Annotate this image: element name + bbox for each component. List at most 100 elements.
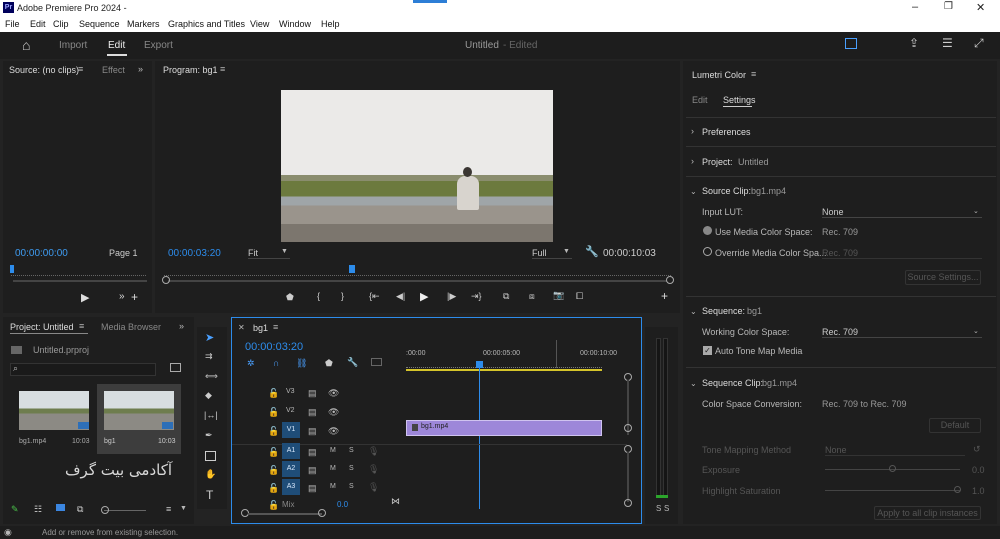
highlight-slider-handle[interactable] xyxy=(954,486,961,493)
microphone-icon[interactable]: 🎙 xyxy=(368,464,379,475)
sync-lock-icon[interactable]: ▤ xyxy=(308,388,317,399)
button-editor-icon[interactable]: » xyxy=(119,291,125,302)
go-to-edit-icon[interactable]: ⋈ xyxy=(391,496,400,507)
scroll-handle-left[interactable] xyxy=(162,276,170,284)
audio-scroll-bottom[interactable] xyxy=(624,499,632,507)
tone-method-select[interactable]: None xyxy=(825,445,965,456)
source-playhead[interactable] xyxy=(10,265,14,273)
ripple-edit-tool-icon[interactable]: ⟺ xyxy=(205,371,218,382)
add-marker-icon[interactable]: ⬟ xyxy=(325,358,333,369)
video-clip[interactable]: bg1.mp4 xyxy=(406,420,602,436)
nest-icon[interactable]: ✲ xyxy=(247,358,255,369)
close-icon[interactable]: ✕ xyxy=(976,1,985,14)
tab-export[interactable]: Export xyxy=(144,40,173,51)
freeform-view-icon[interactable]: ⧉ xyxy=(77,504,83,515)
play-icon[interactable]: ▶ xyxy=(81,291,89,304)
exposure-value[interactable]: 0.0 xyxy=(972,465,985,475)
sync-lock-icon[interactable]: ▤ xyxy=(308,447,317,458)
eye-icon[interactable]: 👁 xyxy=(328,426,339,437)
captions-icon[interactable] xyxy=(371,358,382,366)
media-browser-tab[interactable]: Media Browser xyxy=(101,322,161,332)
sort-icon[interactable]: ≡ xyxy=(166,504,171,514)
menu-graphics[interactable]: Graphics and Titles xyxy=(168,19,245,29)
chevron-right-icon[interactable]: › xyxy=(691,156,694,166)
eye-icon[interactable]: 👁 xyxy=(328,407,339,418)
extract-icon[interactable]: ⧈ xyxy=(529,291,535,302)
sync-lock-icon[interactable]: ▤ xyxy=(308,483,317,494)
search-input[interactable] xyxy=(10,363,156,376)
minimize-icon[interactable]: – xyxy=(912,1,918,13)
sequence-section-label[interactable]: Sequence: xyxy=(702,306,745,316)
share-icon[interactable]: ⇪ xyxy=(909,36,919,50)
reset-icon[interactable]: ↺ xyxy=(973,444,981,455)
audio-scrollbar[interactable] xyxy=(627,452,629,502)
expand-panels-icon[interactable]: » xyxy=(179,321,184,331)
program-playhead[interactable] xyxy=(349,265,355,273)
expand-panels-icon[interactable]: » xyxy=(138,64,143,74)
razor-tool-icon[interactable]: ◆ xyxy=(205,390,212,401)
project-tab[interactable]: Project: Untitled xyxy=(10,322,74,332)
lock-icon[interactable]: 🔓 xyxy=(268,447,279,458)
chevron-down-icon[interactable]: ⌄ xyxy=(690,187,697,196)
list-view-icon[interactable]: ☷ xyxy=(34,504,42,515)
timeline-ruler[interactable] xyxy=(406,363,602,368)
solo-right-button[interactable]: S xyxy=(664,504,669,513)
auto-tone-checkbox[interactable]: ✓ xyxy=(703,346,712,355)
mute-button[interactable]: M xyxy=(330,447,336,454)
horizontal-scrollbar[interactable] xyxy=(248,513,322,515)
sequence-clip-section-label[interactable]: Sequence Clip: xyxy=(702,378,763,388)
tab-edit[interactable]: Edit xyxy=(108,40,125,51)
chevron-down-icon[interactable]: ▼ xyxy=(180,505,187,512)
sequence-tab[interactable]: bg1 xyxy=(253,323,268,333)
horizontal-scroll-right[interactable] xyxy=(318,509,326,517)
chevron-down-icon[interactable]: ⌄ xyxy=(690,379,697,388)
menu-icon[interactable]: ≡ xyxy=(79,321,84,331)
zoom-slider[interactable] xyxy=(104,510,146,511)
rectangle-tool-icon[interactable] xyxy=(205,451,216,461)
menu-icon[interactable]: ≡ xyxy=(78,64,83,74)
project-section-label[interactable]: Project: xyxy=(702,157,733,167)
add-marker-icon[interactable]: ⬟ xyxy=(286,292,294,303)
solo-button[interactable]: S xyxy=(349,465,354,472)
icon-view-icon[interactable] xyxy=(56,504,65,511)
sync-lock-icon[interactable]: ▤ xyxy=(308,407,317,418)
lift-icon[interactable]: ⧉ xyxy=(503,291,509,302)
mute-button[interactable]: M xyxy=(330,483,336,490)
mix-value[interactable]: 0.0 xyxy=(337,500,348,509)
project-item-bg1-sequence[interactable]: bg1 10:03 xyxy=(97,384,181,454)
solo-button[interactable]: S xyxy=(349,483,354,490)
menu-file[interactable]: File xyxy=(5,19,20,29)
highlight-slider[interactable] xyxy=(825,490,960,491)
go-to-out-icon[interactable]: ⇥} xyxy=(471,291,482,302)
menu-window[interactable]: Window xyxy=(279,19,311,29)
apply-all-button[interactable]: Apply to all clip instances xyxy=(874,506,981,520)
menu-sequence[interactable]: Sequence xyxy=(79,19,120,29)
program-tab[interactable]: Program: bg1 xyxy=(163,65,218,75)
add-button-icon[interactable]: + xyxy=(131,290,138,304)
quick-export-icon[interactable] xyxy=(845,38,857,49)
working-cs-select[interactable]: Rec. 709 xyxy=(822,327,982,338)
add-button-icon[interactable]: + xyxy=(661,289,668,303)
sync-lock-icon[interactable]: ▤ xyxy=(308,426,317,437)
timeline-timecode[interactable]: 00:00:03:20 xyxy=(245,341,303,353)
menu-markers[interactable]: Markers xyxy=(127,19,160,29)
lock-icon[interactable]: 🔓 xyxy=(268,426,279,437)
program-scrollbar[interactable] xyxy=(168,280,667,282)
work-area-bar[interactable] xyxy=(406,369,602,371)
menu-edit[interactable]: Edit xyxy=(30,19,46,29)
effect-controls-tab[interactable]: Effect xyxy=(102,65,125,75)
lock-icon[interactable]: 🔓 xyxy=(268,465,279,476)
chevron-right-icon[interactable]: › xyxy=(691,126,694,136)
source-zoom-select[interactable]: Page 1 xyxy=(109,248,138,258)
default-button[interactable]: Default xyxy=(929,418,981,433)
tab-edit[interactable]: Edit xyxy=(692,95,708,105)
workspaces-icon[interactable]: ☰ xyxy=(942,36,953,50)
tab-settings[interactable]: Settings xyxy=(723,95,756,105)
solo-button[interactable]: S xyxy=(349,447,354,454)
radio-use-media-cs[interactable] xyxy=(703,226,712,235)
lock-icon[interactable]: 🔓 xyxy=(268,483,279,494)
menu-help[interactable]: Help xyxy=(321,19,340,29)
pen-tool-icon[interactable]: ✒ xyxy=(205,430,213,441)
menu-icon[interactable]: ≡ xyxy=(220,64,225,74)
type-tool-icon[interactable]: T xyxy=(206,488,213,502)
